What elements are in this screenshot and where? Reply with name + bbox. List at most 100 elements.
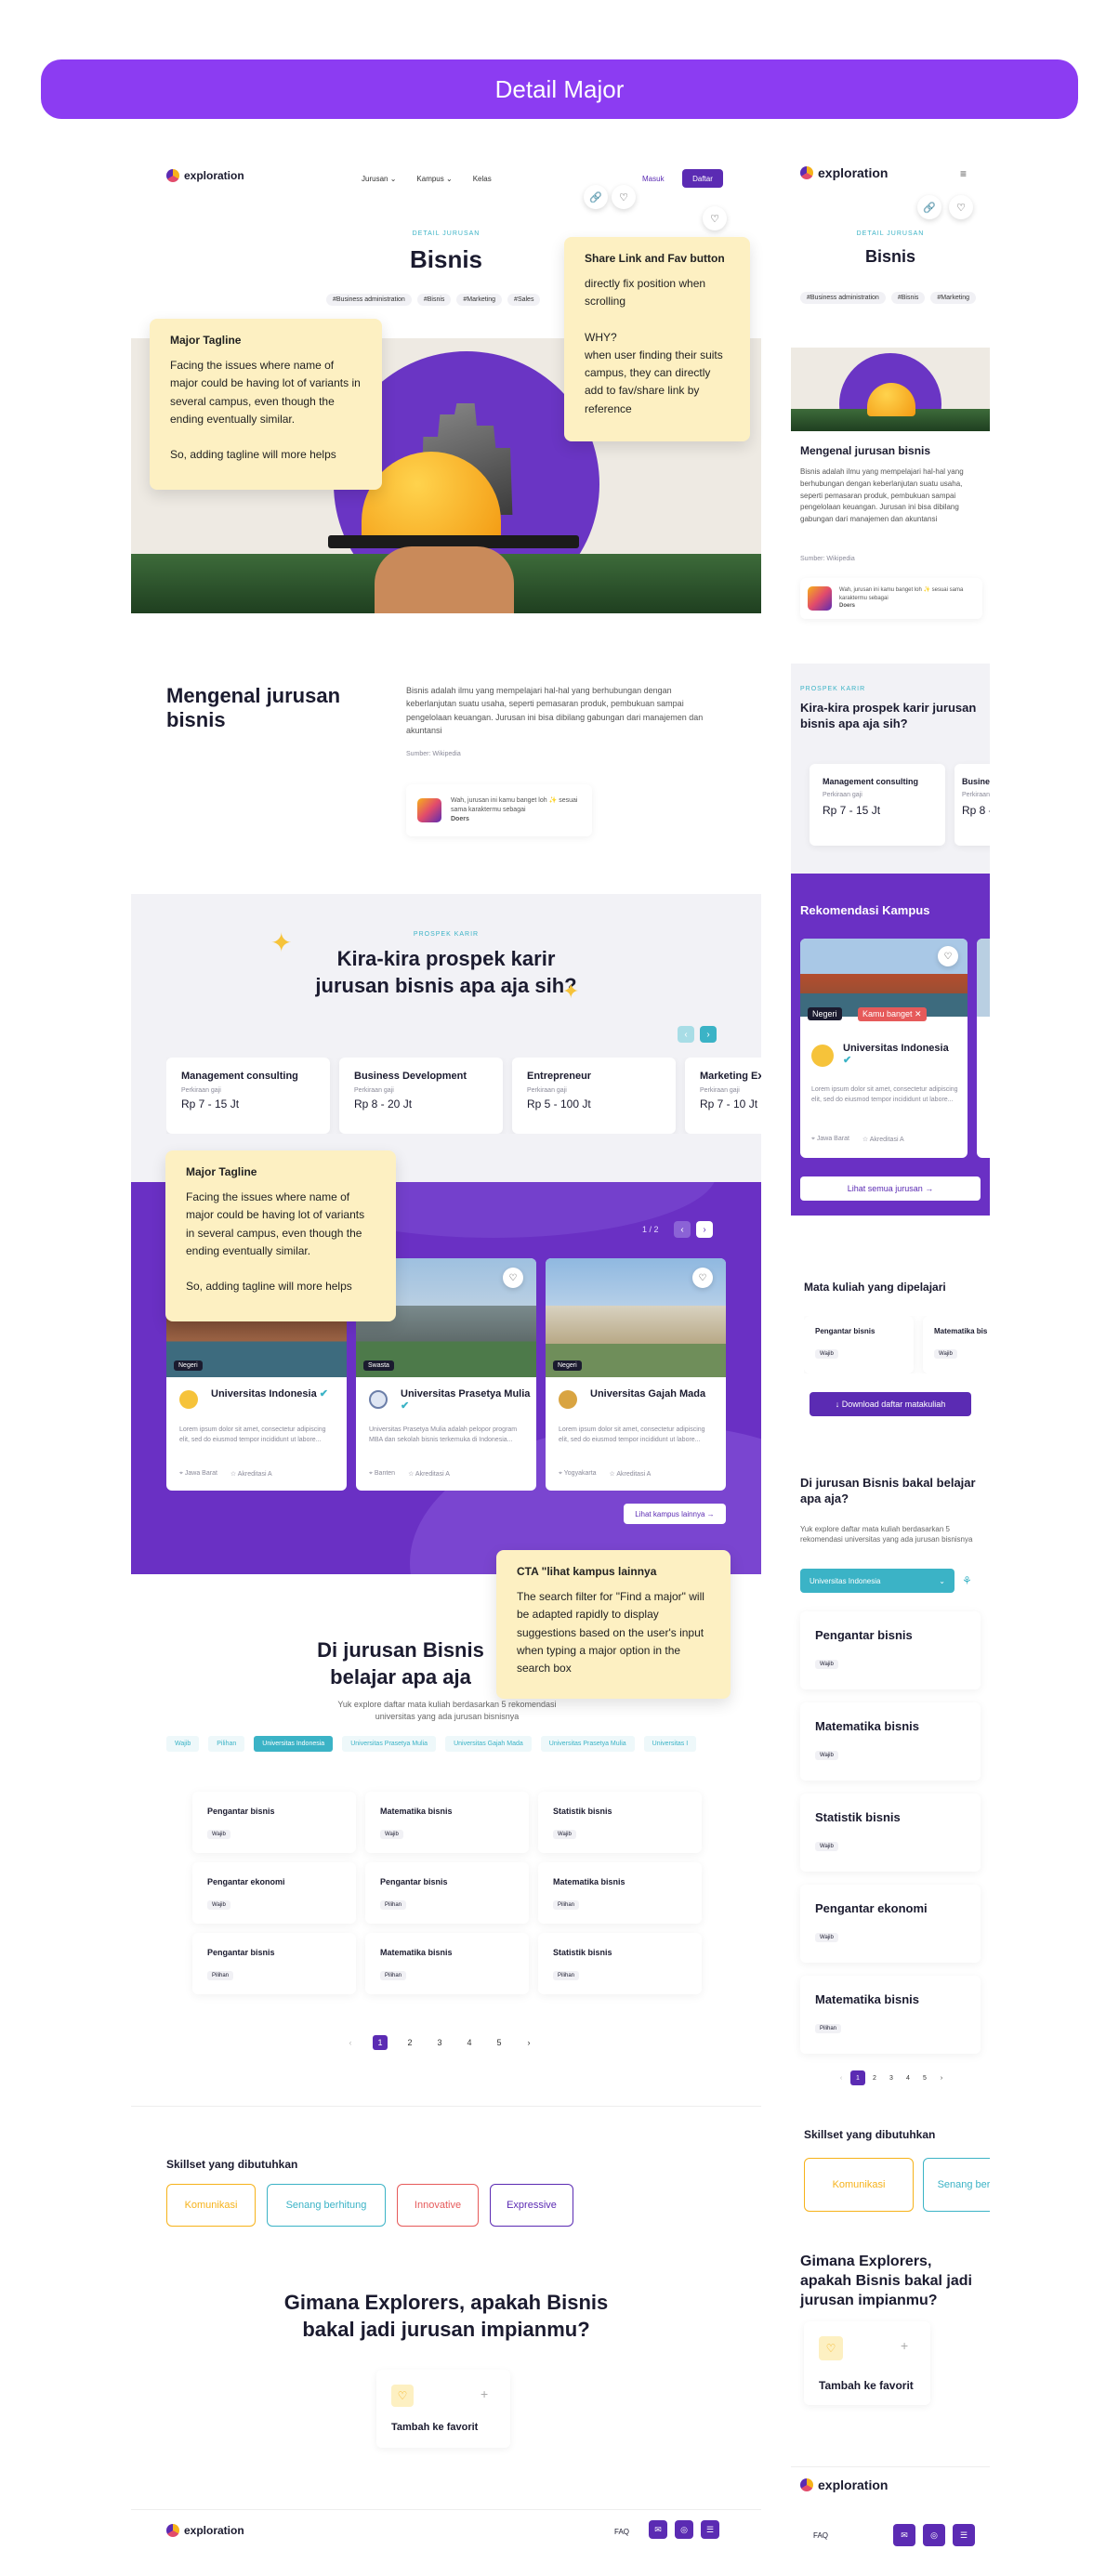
career-kicker: PROSPEK KARIR [800,686,866,692]
course-card[interactable]: Pengantar bisnis Pilihan [365,1862,529,1924]
filter-tab[interactable]: Universitas Prasetya Mulia [540,1736,635,1752]
tag-chip[interactable]: #Bisnis [890,292,926,304]
course-card[interactable]: Pengantar bisnis Pilihan [192,1933,356,1994]
instagram-icon[interactable]: ◎ [923,2524,945,2546]
mail-icon[interactable]: ✉ [649,2520,667,2539]
filter-tab[interactable]: Pilihan [208,1736,245,1752]
heart-icon[interactable]: ♡ [612,185,636,209]
login-link[interactable]: Masuk [642,175,665,183]
heart-icon[interactable]: ♡ [692,1268,713,1288]
mail-icon[interactable]: ✉ [893,2524,915,2546]
nav-kampus[interactable]: Kampus ⌄ [416,175,452,183]
see-all-button[interactable]: Lihat semua jurusan → [800,1176,981,1201]
career-card[interactable]: Management consulting Perkiraan gaji Rp 7 … [810,764,945,846]
campus-desc: Lorem ipsum dolor sit amet, consectetur … [559,1426,705,1443]
brand-logo[interactable]: exploration [166,169,244,182]
page-number[interactable]: 3 [884,2070,899,2085]
download-mk-button[interactable]: ↓ Download daftar matakuliah [810,1392,971,1416]
chevron-down-icon: ⌄ [939,1576,945,1585]
page-number[interactable]: 2 [867,2070,882,2085]
brand-logo[interactable]: exploration [800,165,888,180]
filter-tab[interactable]: Universitas I [643,1736,697,1752]
footer-logo[interactable]: exploration [166,2524,244,2537]
course-card[interactable]: Pengantar ekonomi Wajib [800,1885,981,1963]
page-number[interactable]: 5 [917,2070,932,2085]
footer-faq-link[interactable]: FAQ [614,2528,629,2536]
page-number[interactable]: 4 [462,2035,477,2050]
career-card[interactable]: Entrepreneur Perkiraan gaji Rp 5 - 100 Jt [512,1058,676,1134]
course-card[interactable]: Statistik bisnis Pilihan [538,1933,702,1994]
filter-tab[interactable]: Universitas Gajah Mada [445,1736,532,1752]
course-card[interactable]: Matematika bisnis Pilihan [365,1933,529,1994]
course-card[interactable]: Statistik bisnis Wajib [800,1794,981,1872]
career-card[interactable]: Management consulting Perkiraan gaji Rp 7 … [166,1058,330,1134]
career-next-button[interactable]: › [700,1026,717,1043]
campus-type-badge: Negeri [808,1007,842,1020]
instagram-icon[interactable]: ◎ [675,2520,693,2539]
chat-icon[interactable]: ☰ [701,2520,719,2539]
campus-meta: ⌖ Yogyakarta ☆ Akreditasi A [559,1470,651,1478]
footer-faq-link[interactable]: FAQ [813,2531,828,2540]
filter-tab-active[interactable]: Universitas Indonesia [254,1736,334,1752]
course-card[interactable]: Statistik bisnis Wajib [538,1792,702,1853]
course-card[interactable]: Matematika bis Wajib [923,1316,990,1373]
footer-logo[interactable]: exploration [800,2477,888,2492]
course-card[interactable]: Matematika bisnis Wajib [365,1792,529,1853]
campus-prev-button[interactable]: ‹ [674,1221,691,1238]
fav-heart-icon[interactable]: ♡ [703,206,727,230]
tag-chip[interactable]: #Bisnis [416,294,452,306]
logo-icon [166,2524,179,2537]
course-card[interactable]: Pengantar bisnis Wajib [800,1611,981,1689]
tag-chip[interactable]: #Business administration [800,292,886,304]
heart-icon[interactable]: ♡ [949,195,973,219]
tag-chip[interactable]: #Sales [507,294,541,306]
course-card[interactable]: Matematika bisnis Wajib [800,1702,981,1781]
tag-chip[interactable]: #Marketing [456,294,503,306]
page-number[interactable]: 4 [901,2070,915,2085]
add-favorite-card[interactable]: ♡ + Tambah ke favorit [376,2370,510,2448]
course-card[interactable]: Matematika bisnis Pilihan [800,1976,981,2054]
filter-tab[interactable]: Wajib [166,1736,200,1752]
prev-page-icon[interactable]: ‹ [343,2035,358,2050]
campus-select[interactable]: Universitas Indonesia ⌄ [800,1569,954,1593]
add-favorite-card[interactable]: ♡ + Tambah ke favorit [804,2321,930,2405]
register-button[interactable]: Daftar [682,169,723,188]
tag-chip[interactable]: #Business administration [326,294,412,306]
page-number[interactable]: 1 [850,2070,865,2085]
next-page-icon[interactable]: › [934,2070,949,2085]
course-card[interactable]: Pengantar bisnis Wajib [804,1316,914,1373]
career-card[interactable]: Business DevelopmentPerkiraan gajiRp 8 -… [339,1058,503,1134]
tag-chip[interactable]: #Marketing [930,292,977,304]
next-page-icon[interactable]: › [521,2035,536,2050]
filter-icon[interactable]: ⚘ [962,1574,972,1587]
course-card[interactable]: Matematika bisnis Pilihan [538,1862,702,1924]
heart-icon[interactable]: ♡ [503,1268,523,1288]
course-card[interactable]: Pengantar ekonomi Wajib [192,1862,356,1924]
hamburger-icon[interactable]: ≡ [960,167,967,180]
major-kicker: DETAIL JURUSAN [856,230,925,237]
page-number[interactable]: 1 [373,2035,388,2050]
heart-icon[interactable]: ♡ [938,946,958,966]
career-card[interactable]: Marketing Ex Perkiraan gaji Rp 7 - 10 Jt [685,1058,761,1134]
about-title: Mengenal jurusan bisnis [166,684,341,732]
more-campus-button[interactable]: Lihat kampus lainnya → [624,1504,726,1524]
page-number[interactable]: 5 [492,2035,507,2050]
filter-tab[interactable]: Universitas Prasetya Mulia [342,1736,437,1752]
course-card[interactable]: Pengantar bisnis Wajib [192,1792,356,1853]
nav-kelas[interactable]: Kelas [473,175,492,183]
career-prev-button[interactable]: ‹ [678,1026,694,1043]
page-number[interactable]: 3 [432,2035,447,2050]
campus-name: Universitas Gajah Mada [590,1388,706,1400]
campus-card-peek[interactable] [977,939,990,1158]
share-link-icon[interactable]: 🔗 [917,195,941,219]
chat-icon[interactable]: ☰ [953,2524,975,2546]
campus-card[interactable]: ♡ Negeri Universitas Gajah Mada Lorem ip… [546,1258,726,1491]
career-card[interactable]: Business DevelopmentPerkiraan gajiRp 8 -… [954,764,990,846]
campus-card[interactable]: ♡ Negeri Kamu banget ✕ Universitas Indon… [800,939,968,1158]
prev-page-icon[interactable]: ‹ [834,2070,849,2085]
nav-jurusan[interactable]: Jurusan ⌄ [362,175,396,183]
page-number[interactable]: 2 [402,2035,417,2050]
campus-type-badge: Negeri [553,1360,582,1371]
campus-next-button[interactable]: › [696,1221,713,1238]
share-link-icon[interactable]: 🔗 [584,185,608,209]
